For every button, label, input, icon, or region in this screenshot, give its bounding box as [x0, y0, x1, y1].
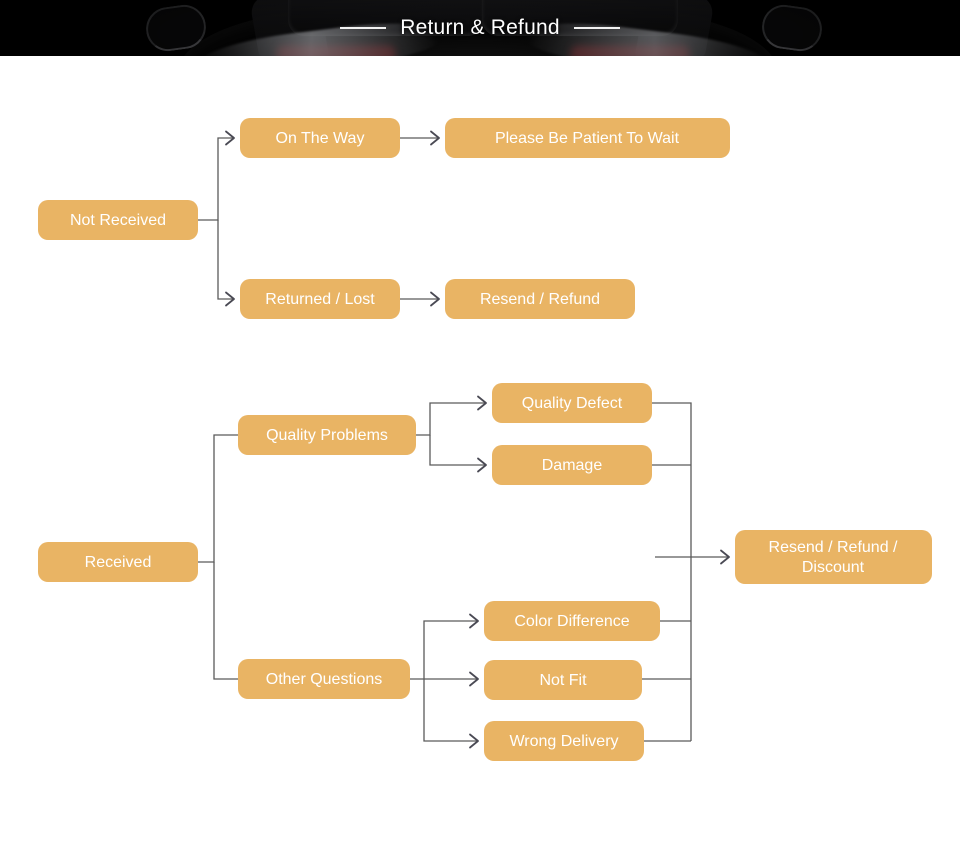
banner-title-row: Return & Refund	[0, 0, 960, 56]
node-received[interactable]: Received	[38, 542, 198, 582]
node-resend-refund-discount[interactable]: Resend / Refund / Discount	[735, 530, 932, 584]
node-please-be-patient-to-wait[interactable]: Please Be Patient To Wait	[445, 118, 730, 158]
node-quality-defect[interactable]: Quality Defect	[492, 383, 652, 423]
node-other-questions-label: Other Questions	[266, 671, 383, 688]
node-returned-lost-label: Returned / Lost	[265, 291, 375, 308]
node-wrong-delivery[interactable]: Wrong Delivery	[484, 721, 644, 761]
node-color-difference-label: Color Difference	[514, 613, 629, 630]
node-quality-problems-label: Quality Problems	[266, 427, 388, 444]
edge-quality-problems-branch	[416, 395, 487, 473]
banner-rule-left-icon	[340, 27, 387, 29]
edge-not-received-branch	[198, 130, 235, 307]
node-not-fit[interactable]: Not Fit	[484, 660, 642, 700]
node-on-the-way[interactable]: On The Way	[240, 118, 400, 158]
node-resend-refund[interactable]: Resend / Refund	[445, 279, 635, 319]
edge-other-questions-branch	[410, 613, 479, 749]
node-quality-defect-label: Quality Defect	[522, 395, 623, 412]
edge-other-questions-to-color-difference	[410, 620, 478, 680]
edge-quality-problems-to-damage	[429, 435, 486, 466]
edge-merge-to-final	[642, 402, 730, 742]
node-resend-refund-discount-label-line2: Discount	[802, 559, 865, 576]
edge-not-received-to-returned-lost	[217, 220, 234, 300]
edge-received-branch	[198, 434, 238, 680]
node-quality-problems[interactable]: Quality Problems	[238, 415, 416, 455]
node-on-the-way-label: On The Way	[276, 130, 365, 147]
edge-other-questions-to-wrong-delivery	[423, 679, 478, 742]
node-received-label: Received	[85, 554, 152, 571]
edge-not-received-to-on-the-way	[198, 137, 234, 221]
node-resend-refund-discount-label-line1: Resend / Refund /	[769, 539, 899, 556]
edge-returned-lost-row	[400, 291, 440, 307]
return-refund-flowchart: Not Received On The Way Please Be Patien…	[0, 56, 960, 864]
node-color-difference[interactable]: Color Difference	[484, 601, 660, 641]
node-not-received[interactable]: Not Received	[38, 200, 198, 240]
edge-received-to-quality-problems	[198, 434, 238, 563]
edge-quality-problems-to-quality-defect	[416, 402, 486, 436]
edge-on-the-way-row	[400, 130, 440, 146]
banner-rule-right-icon	[573, 27, 620, 29]
node-resend-refund-label: Resend / Refund	[480, 291, 600, 308]
node-please-wait-label: Please Be Patient To Wait	[495, 130, 680, 147]
node-not-fit-label: Not Fit	[539, 672, 587, 689]
edge-merge-vertical-spine	[652, 402, 692, 741]
node-not-received-label: Not Received	[70, 212, 166, 229]
node-other-questions[interactable]: Other Questions	[238, 659, 410, 699]
node-damage-label: Damage	[542, 457, 603, 474]
page-banner: Return & Refund	[0, 0, 960, 56]
page-title: Return & Refund	[400, 16, 560, 39]
edge-received-to-other-questions	[213, 562, 238, 680]
node-returned-lost[interactable]: Returned / Lost	[240, 279, 400, 319]
node-damage[interactable]: Damage	[492, 445, 652, 485]
node-wrong-delivery-label: Wrong Delivery	[509, 733, 618, 750]
